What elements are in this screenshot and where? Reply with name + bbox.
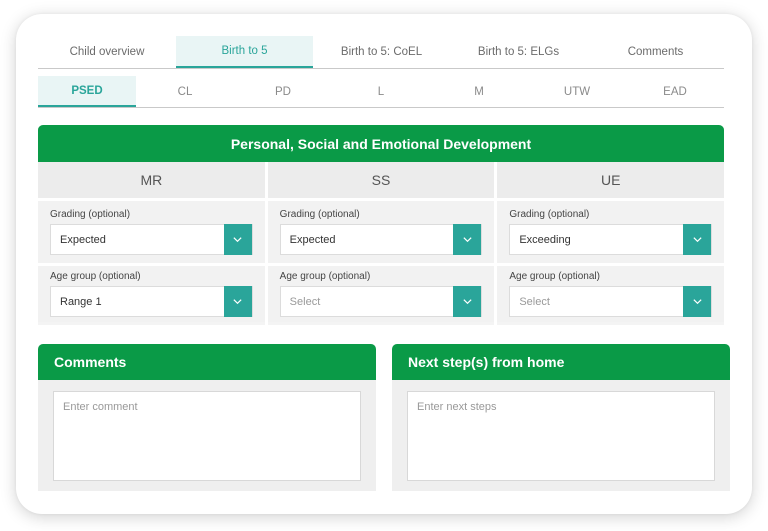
area-tabs: PSED CL PD L M UTW EAD [38,76,724,108]
tab-cl[interactable]: CL [136,76,234,107]
age-group-select-ss[interactable]: Select [279,286,483,317]
grading-select-ss[interactable]: Expected [279,224,483,255]
grading-label: Grading (optional) [279,209,360,220]
grading-select-mr[interactable]: Expected [50,224,253,255]
column-heading: UE [497,162,724,201]
tab-m[interactable]: M [430,76,528,107]
tab-birth-to-5-elgs[interactable]: Birth to 5: ELGs [450,36,587,68]
grading-label: Grading (optional) [50,209,131,220]
tab-birth-to-5[interactable]: Birth to 5 [176,36,313,68]
grading-select-ue[interactable]: Exceeding [509,224,713,255]
next-steps-title: Next step(s) from home [392,344,730,380]
select-value: Range 1 [60,295,102,308]
select-value: Expected [289,233,336,246]
column-mr: MR Grading (optional) Expected Age group… [38,162,265,325]
select-placeholder: Select [289,295,321,308]
select-value: Exceeding [519,233,571,246]
tab-psed[interactable]: PSED [38,76,136,107]
psed-panel: Personal, Social and Emotional Developme… [38,125,724,325]
grading-label: Grading (optional) [509,209,590,220]
tab-birth-to-5-coel[interactable]: Birth to 5: CoEL [313,36,450,68]
select-value: Expected [60,233,106,246]
column-heading: MR [38,162,265,201]
column-ss: SS Grading (optional) Expected Age group… [264,162,495,325]
primary-tabs: Child overview Birth to 5 Birth to 5: Co… [38,36,724,69]
chevron-down-icon[interactable] [683,286,712,317]
comments-panel: Comments Enter comment [38,344,376,491]
select-placeholder: Select [519,295,550,308]
comments-title: Comments [38,344,376,380]
tab-utw[interactable]: UTW [528,76,626,107]
next-steps-input[interactable]: Enter next steps [407,391,715,481]
chevron-down-icon[interactable] [453,224,482,255]
comment-input[interactable]: Enter comment [53,391,361,481]
chevron-down-icon[interactable] [223,286,252,317]
tab-pd[interactable]: PD [234,76,332,107]
column-heading: SS [267,162,495,201]
panel-title: Personal, Social and Emotional Developme… [38,125,724,162]
age-group-label: Age group (optional) [279,271,371,282]
tab-child-overview[interactable]: Child overview [38,36,176,68]
tab-ead[interactable]: EAD [626,76,724,107]
age-group-label: Age group (optional) [50,271,141,282]
age-group-select-ue[interactable]: Select [509,286,713,317]
next-steps-panel: Next step(s) from home Enter next steps [392,344,730,491]
tab-comments[interactable]: Comments [587,36,724,68]
tab-l[interactable]: L [332,76,430,107]
chevron-down-icon[interactable] [223,224,252,255]
age-group-select-mr[interactable]: Range 1 [50,286,253,317]
chevron-down-icon[interactable] [453,286,482,317]
age-group-label: Age group (optional) [509,271,600,282]
chevron-down-icon[interactable] [683,224,712,255]
column-ue: UE Grading (optional) Exceeding Age grou… [494,162,724,325]
